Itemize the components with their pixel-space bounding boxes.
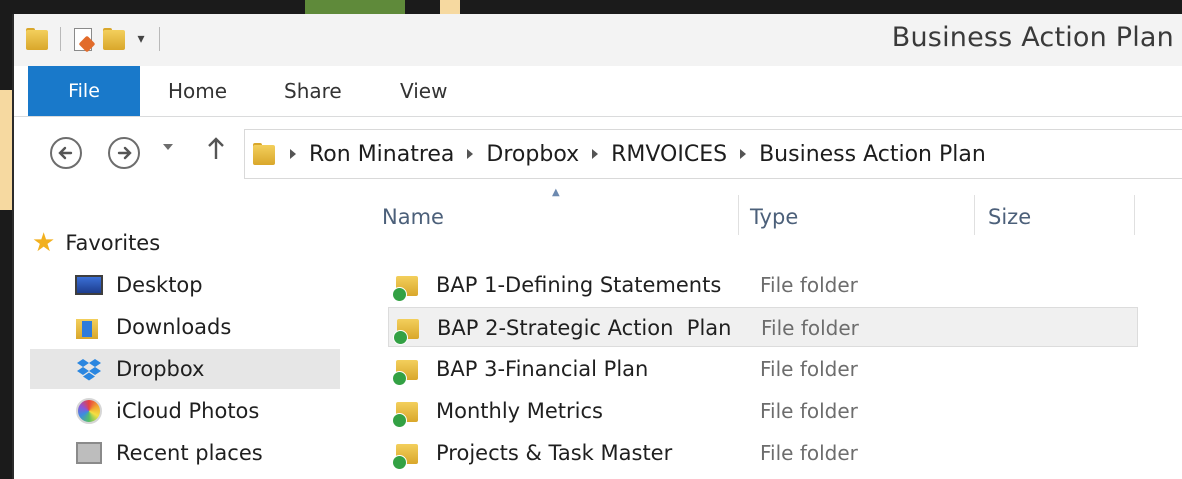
recent-places-icon	[74, 440, 104, 466]
icloud-photos-icon	[74, 398, 104, 424]
nav-item-label: Dropbox	[116, 357, 205, 381]
desktop-icon	[74, 272, 104, 298]
sort-ascending-icon: ▲	[552, 187, 560, 198]
file-list: ▲ Name Type Size BAP 1-Defining Statemen…	[362, 183, 1182, 479]
desktop-background-accent	[305, 0, 405, 14]
synced-folder-icon	[392, 440, 422, 470]
downloads-icon	[74, 314, 104, 340]
column-divider[interactable]	[738, 195, 739, 235]
nav-item-downloads[interactable]: Downloads	[74, 307, 231, 347]
nav-item-recent-places[interactable]: Recent places	[74, 433, 263, 473]
table-row-selected[interactable]: BAP 2-Strategic Action Plan File folder	[388, 307, 1138, 347]
new-folder-icon[interactable]	[101, 26, 127, 52]
file-type: File folder	[760, 273, 858, 297]
breadcrumb-chevron-icon[interactable]	[289, 148, 297, 160]
table-row[interactable]: Monthly Metrics File folder	[388, 391, 1138, 431]
nav-item-dropbox[interactable]: Dropbox	[74, 349, 204, 389]
nav-item-label: Desktop	[116, 273, 203, 297]
tab-home[interactable]: Home	[168, 66, 227, 116]
recent-locations-button[interactable]	[162, 141, 174, 155]
synced-folder-icon	[392, 272, 422, 302]
nav-item-label: Downloads	[116, 315, 232, 339]
file-name: Monthly Metrics	[436, 399, 603, 423]
nav-item-label: Recent places	[116, 441, 263, 465]
toolbar-divider	[159, 27, 160, 51]
nav-item-favorites[interactable]: ★ Favorites	[32, 223, 160, 263]
breadcrumb-business-action-plan[interactable]: Business Action Plan	[759, 142, 986, 167]
chevron-down-icon	[163, 144, 173, 150]
file-type: File folder	[760, 357, 858, 381]
column-divider[interactable]	[974, 195, 975, 235]
synced-folder-icon	[392, 398, 422, 428]
ribbon-tabs: File Home Share View	[14, 66, 1182, 117]
arrow-left-icon	[58, 146, 73, 160]
tab-share[interactable]: Share	[284, 66, 342, 116]
file-name: BAP 2-Strategic Action Plan	[437, 316, 732, 340]
column-divider[interactable]	[1134, 195, 1135, 235]
folder-icon	[251, 141, 277, 167]
breadcrumb-rmvoices[interactable]: RMVOICES	[611, 142, 727, 167]
star-icon: ★	[32, 228, 56, 258]
table-row[interactable]: BAP 1-Defining Statements File folder	[388, 265, 1138, 305]
explorer-window: ▾ Business Action Plan File Home Share V…	[12, 14, 1182, 479]
file-name: BAP 1-Defining Statements	[436, 273, 722, 297]
file-name: BAP 3-Financial Plan	[436, 357, 649, 381]
navigation-bar: Ron Minatrea Dropbox RMVOICES Business A…	[14, 117, 1182, 183]
table-row[interactable]: BAP 3-Financial Plan File folder	[388, 349, 1138, 389]
properties-icon[interactable]	[71, 26, 96, 53]
navigation-pane: ★ Favorites Desktop Downloads Dropbox iC…	[14, 183, 344, 479]
breadcrumb-dropbox[interactable]: Dropbox	[486, 142, 579, 167]
title-bar: ▾ Business Action Plan	[14, 14, 1182, 66]
address-bar[interactable]: Ron Minatrea Dropbox RMVOICES Business A…	[244, 129, 1182, 179]
toolbar-divider	[60, 27, 61, 51]
breadcrumb-chevron-icon[interactable]	[739, 148, 747, 160]
arrow-up-icon	[208, 137, 224, 159]
tab-view[interactable]: View	[400, 66, 447, 116]
nav-item-label: Favorites	[65, 231, 161, 255]
desktop-background-accent	[440, 0, 460, 14]
column-header-type[interactable]: Type	[750, 205, 798, 229]
file-name: Projects & Task Master	[436, 441, 673, 465]
breadcrumb-chevron-icon[interactable]	[466, 148, 474, 160]
file-type: File folder	[760, 441, 858, 465]
customize-toolbar-chevron-down-icon[interactable]: ▾	[133, 31, 149, 47]
file-type: File folder	[760, 399, 858, 423]
dropbox-icon	[74, 356, 104, 382]
back-button[interactable]	[50, 137, 82, 169]
quick-access-toolbar: ▾	[24, 26, 164, 53]
synced-folder-icon	[393, 315, 423, 345]
column-header-name[interactable]: Name	[382, 205, 444, 229]
tab-file[interactable]: File	[28, 66, 140, 116]
nav-item-label: iCloud Photos	[116, 399, 260, 423]
forward-button[interactable]	[108, 137, 140, 169]
breadcrumb-ron-minatrea[interactable]: Ron Minatrea	[309, 142, 454, 167]
window-title: Business Action Plan	[891, 22, 1174, 53]
nav-item-desktop[interactable]: Desktop	[74, 265, 203, 305]
table-row[interactable]: Projects & Task Master File folder	[388, 433, 1138, 473]
breadcrumb-chevron-icon[interactable]	[591, 148, 599, 160]
nav-item-icloud-photos[interactable]: iCloud Photos	[74, 391, 259, 431]
synced-folder-icon	[392, 356, 422, 386]
arrow-right-icon	[117, 146, 132, 160]
file-type: File folder	[761, 316, 859, 340]
up-button[interactable]	[206, 135, 226, 167]
column-header-size[interactable]: Size	[988, 205, 1031, 229]
folder-icon[interactable]	[24, 26, 50, 52]
